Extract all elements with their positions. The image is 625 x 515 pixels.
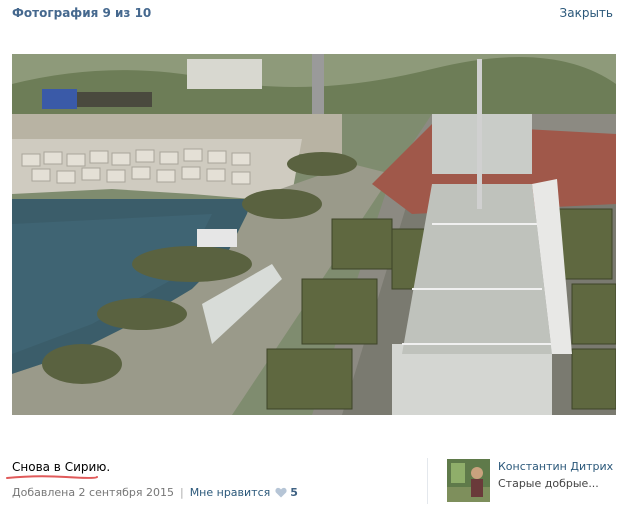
author-name-link[interactable]: Константин Дитрих xyxy=(498,460,613,473)
photo-viewer-header: Фотография 9 из 10 Закрыть xyxy=(0,0,625,28)
photo-image xyxy=(12,54,616,415)
photo-meta: Добавлена 2 сентября 2015 | Мне нравится… xyxy=(12,486,298,499)
vertical-divider xyxy=(427,458,428,504)
avatar-image xyxy=(447,459,490,502)
caption-underline-mark xyxy=(6,475,98,479)
like-count: 5 xyxy=(290,486,298,499)
author-status: Старые добрые... xyxy=(498,477,599,490)
meta-separator: | xyxy=(179,486,184,499)
photo-caption[interactable]: Снова в Сирию. xyxy=(12,460,110,474)
like-button[interactable]: Мне нравится xyxy=(190,486,271,499)
author-avatar[interactable] xyxy=(447,459,490,502)
heart-icon[interactable] xyxy=(275,487,287,498)
main-photo[interactable] xyxy=(12,54,616,415)
close-button[interactable]: Закрыть xyxy=(560,6,613,20)
added-date: Добавлена 2 сентября 2015 xyxy=(12,486,174,499)
photo-counter-title: Фотография 9 из 10 xyxy=(12,6,152,20)
